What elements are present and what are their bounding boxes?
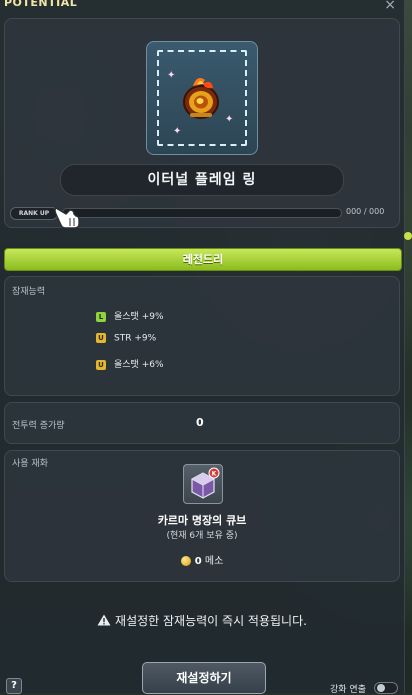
- rank-up-value: 000 / 000: [346, 207, 385, 216]
- potential-window: POTENTIAL × ✦ ✦ ✦ 이터널 플레임 링 RANK UP 000 …: [0, 0, 405, 694]
- potential-panel: [4, 276, 400, 396]
- cube-name: 카르마 명장의 큐브: [157, 514, 247, 527]
- window-title: POTENTIAL: [4, 0, 78, 9]
- accent-dot: [404, 232, 412, 240]
- item-name: 이터널 플레임 링: [60, 164, 344, 196]
- potential-line-text: STR +9%: [114, 333, 157, 344]
- potential-line: L 올스탯 +9%: [96, 309, 164, 322]
- material-label: 사용 재화: [12, 459, 48, 469]
- close-button[interactable]: ×: [384, 0, 396, 13]
- reset-button[interactable]: 재설정하기: [142, 662, 266, 694]
- karma-cube-icon: K: [191, 467, 220, 499]
- meso-cost: 0 메소: [0, 552, 404, 567]
- meso-unit: 메소: [204, 556, 224, 567]
- rank-up-label: RANK UP: [10, 207, 58, 220]
- meso-coin-icon: [180, 556, 191, 566]
- svg-text:K: K: [212, 471, 217, 478]
- unique-badge: U: [96, 359, 106, 370]
- rank-up-progress-bar: [62, 208, 342, 218]
- warning-message: 재설정한 잠재능력이 즉시 적용됩니다.: [0, 612, 404, 629]
- potential-line-text: 올스탯 +9%: [114, 312, 164, 322]
- sparkle-icon: ✦: [225, 114, 234, 125]
- combat-power-value: 0: [196, 416, 204, 429]
- warning-icon: [97, 614, 111, 626]
- potential-label: 잠재능력: [12, 287, 46, 297]
- sparkle-icon: ✦: [167, 70, 176, 81]
- potential-line: U STR +9%: [96, 333, 156, 344]
- potential-line: U 올스탯 +6%: [96, 357, 164, 370]
- potential-line-text: 올스탯 +6%: [114, 360, 164, 370]
- grade-bar: 레전드리: [4, 248, 402, 271]
- warning-text: 재설정한 잠재능력이 즉시 적용됩니다.: [115, 614, 307, 628]
- enhance-effect-toggle[interactable]: [374, 682, 398, 694]
- hand-cursor-icon: [54, 207, 80, 229]
- meso-value: 0: [194, 556, 202, 567]
- enhance-effect-label: 강화 연출: [330, 685, 366, 695]
- unique-badge: U: [96, 333, 106, 343]
- legendary-badge: L: [96, 311, 106, 322]
- sparkle-icon: ✦: [173, 126, 182, 137]
- karma-cube-slot[interactable]: K: [183, 464, 223, 504]
- help-button[interactable]: ?: [6, 678, 22, 694]
- combat-power-label: 전투력 증가량: [12, 421, 65, 431]
- item-slot[interactable]: ✦ ✦ ✦: [146, 41, 258, 155]
- cube-count: (현재 6개 보유 중): [166, 531, 238, 541]
- flame-ring-icon: [183, 78, 219, 119]
